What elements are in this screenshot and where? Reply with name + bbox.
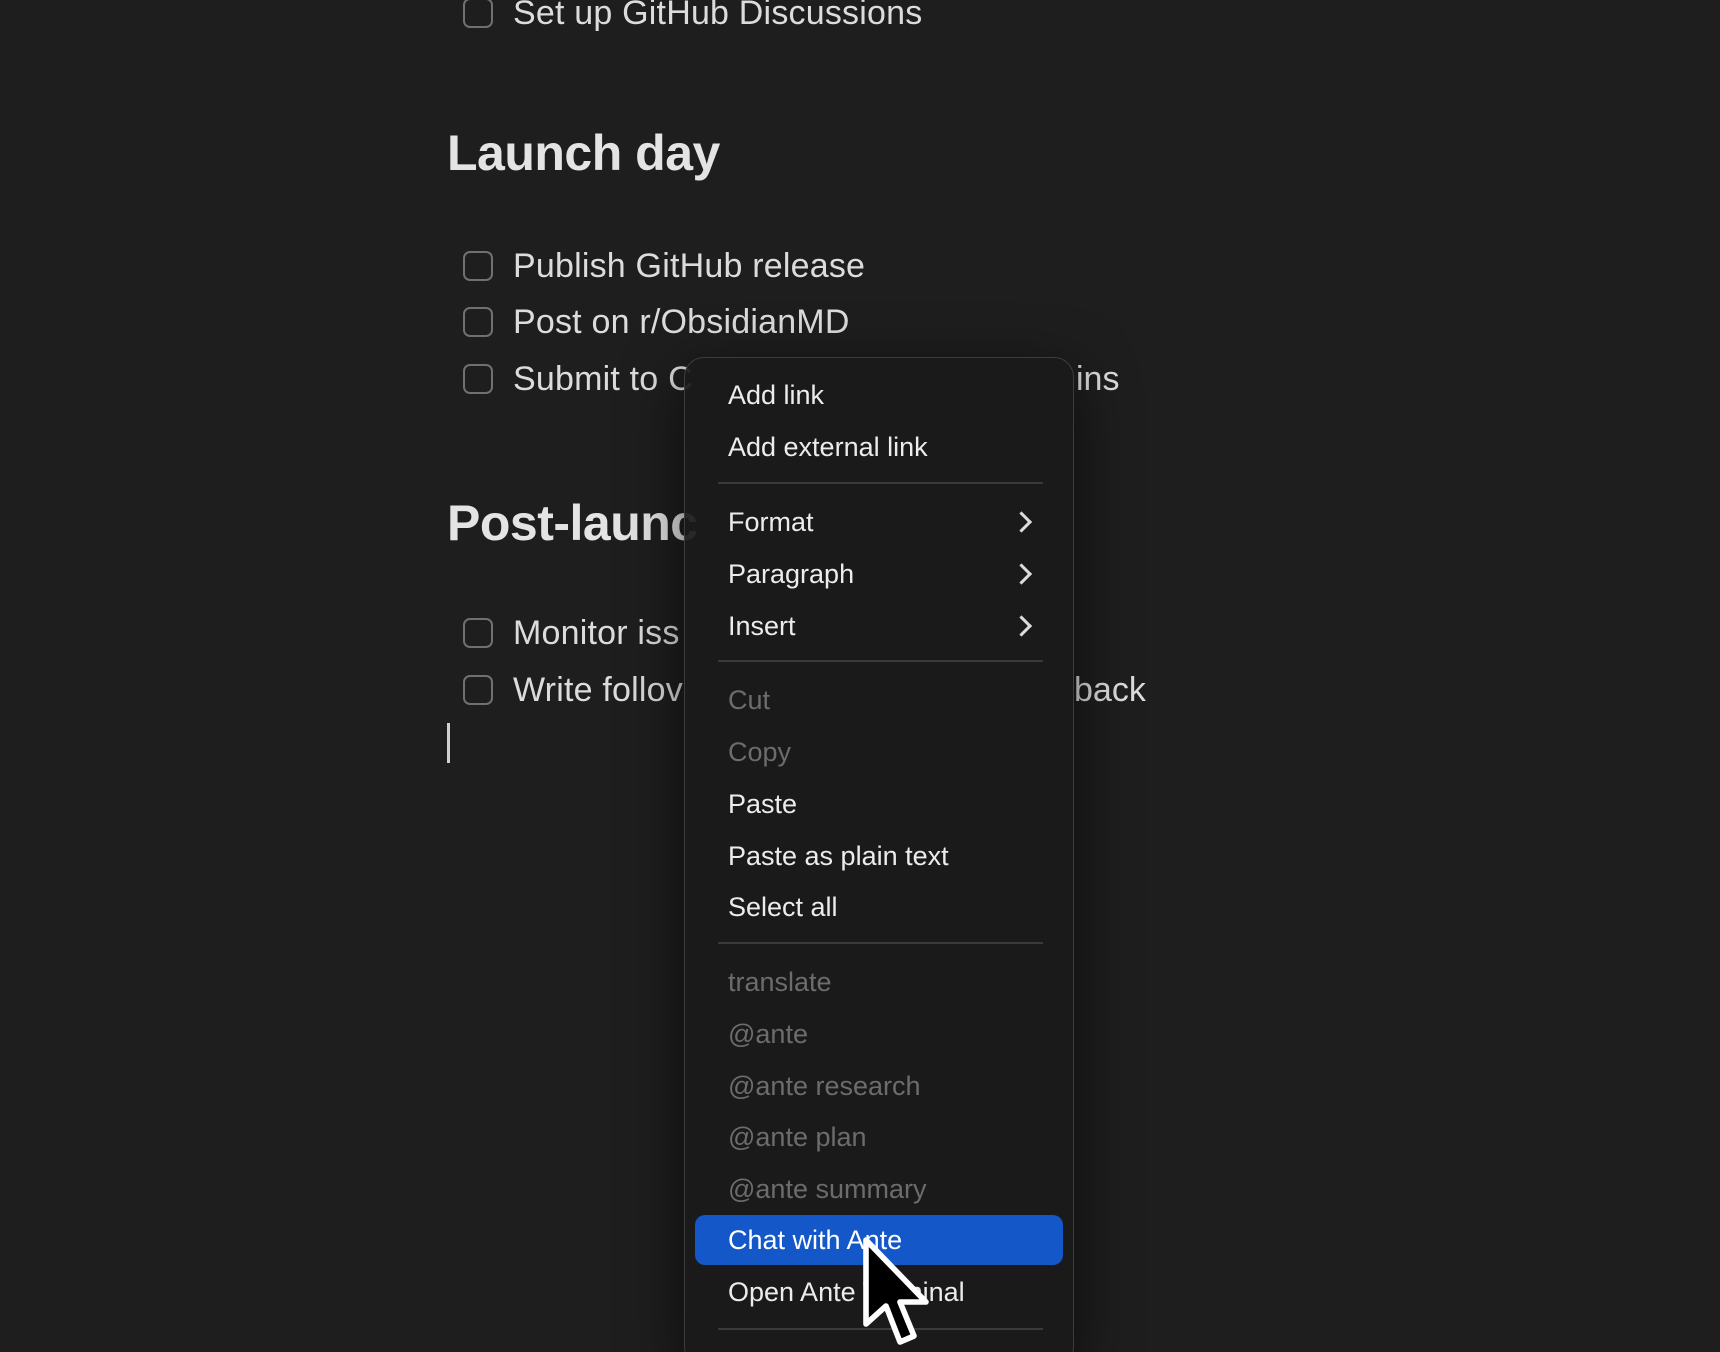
menu-item-label: Copy <box>728 736 792 767</box>
task-label: Write follov <box>513 670 683 709</box>
chevron-right-icon <box>1010 615 1033 637</box>
task-checkbox[interactable] <box>463 307 493 337</box>
menu-item-label: Paste <box>728 788 798 819</box>
menu-separator <box>718 482 1043 484</box>
menu-separator <box>718 660 1043 662</box>
menu-item-label: @ante summary <box>728 1173 927 1204</box>
task-label-tail: back <box>1074 671 1146 709</box>
menu-item-label: Insert <box>728 610 796 641</box>
task-checkbox[interactable] <box>463 675 493 705</box>
menu-item-ante-summary[interactable]: @ante summary <box>695 1164 1063 1214</box>
task-item: Monitor iss <box>463 613 680 653</box>
menu-item-label: Paragraph <box>728 558 855 589</box>
menu-item-label: @ante plan <box>728 1121 867 1152</box>
menu-item-paste-as-plain-text[interactable]: Paste as plain text <box>695 831 1063 881</box>
task-label: Set up GitHub Discussions <box>513 0 923 32</box>
task-label-tail: ins <box>1076 360 1120 398</box>
menu-item-ante-research[interactable]: @ante research <box>695 1061 1063 1111</box>
task-label: Monitor iss <box>513 613 680 652</box>
menu-item-label: Select all <box>728 891 838 922</box>
task-item: Write follov <box>463 670 683 710</box>
task-item: Post on r/ObsidianMD <box>463 302 850 342</box>
task-item: Submit to C <box>463 359 693 399</box>
section-heading-post-launch: Post-launc <box>447 495 698 551</box>
menu-item-cut[interactable]: Cut <box>695 675 1063 725</box>
task-label: Publish GitHub release <box>513 246 866 285</box>
task-checkbox[interactable] <box>463 364 493 394</box>
menu-item-label: @ante <box>728 1018 808 1049</box>
menu-item-paragraph[interactable]: Paragraph <box>695 549 1063 599</box>
menu-item-paste[interactable]: Paste <box>695 779 1063 829</box>
menu-item-insert[interactable]: Insert <box>695 601 1063 651</box>
menu-item-ante[interactable]: @ante <box>695 1009 1063 1059</box>
menu-item-label: @ante research <box>728 1070 921 1101</box>
chevron-right-icon <box>1010 511 1033 533</box>
menu-item-add-link[interactable]: Add link <box>695 370 1063 420</box>
task-label: Post on r/ObsidianMD <box>513 302 850 341</box>
menu-item-label: Format <box>728 506 814 537</box>
chevron-right-icon <box>1010 563 1033 585</box>
section-heading-launch-day: Launch day <box>447 125 720 181</box>
menu-item-label: Add link <box>728 379 825 410</box>
task-label: Submit to C <box>513 359 693 398</box>
menu-item-add-external-link[interactable]: Add external link <box>695 422 1063 472</box>
mouse-pointer-icon <box>863 1237 929 1345</box>
menu-item-translate[interactable]: translate <box>695 957 1063 1007</box>
menu-item-copy[interactable]: Copy <box>695 727 1063 777</box>
menu-item-select-all[interactable]: Select all <box>695 882 1063 932</box>
task-checkbox[interactable] <box>463 618 493 648</box>
menu-item-label: translate <box>728 966 832 997</box>
task-checkbox[interactable] <box>463 0 493 28</box>
task-item: Set up GitHub Discussions <box>463 0 922 33</box>
menu-item-ante-plan[interactable]: @ante plan <box>695 1112 1063 1162</box>
menu-item-format[interactable]: Format <box>695 497 1063 547</box>
context-menu: Add link Add external link Format Paragr… <box>684 357 1074 1352</box>
menu-item-label: Paste as plain text <box>728 840 949 871</box>
task-checkbox[interactable] <box>463 251 493 281</box>
task-item: Publish GitHub release <box>463 246 865 286</box>
menu-item-label: Cut <box>728 684 771 715</box>
text-cursor <box>447 723 450 763</box>
menu-separator <box>718 942 1043 944</box>
menu-item-label: Add external link <box>728 431 928 462</box>
